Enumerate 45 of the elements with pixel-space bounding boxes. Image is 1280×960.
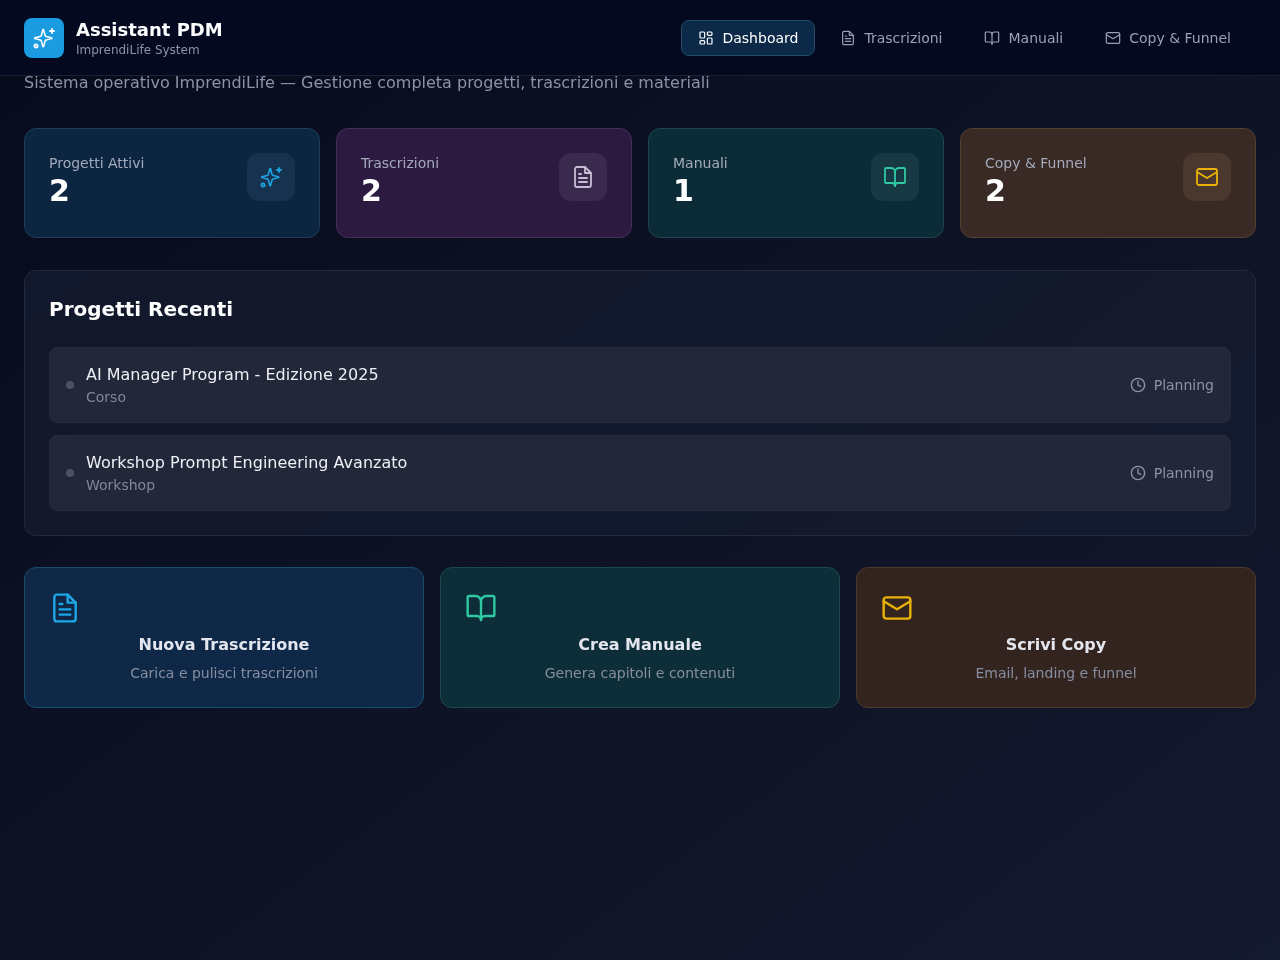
nav-tab[interactable]: Trascrizioni [823,19,960,56]
logo-icon [24,17,64,58]
project-type: Corso [86,388,127,407]
document-icon [571,165,595,189]
project-name: Workshop Prompt Engineering Avanzato [86,452,409,474]
action-title: Scrivi Copy [1005,634,1107,656]
book-icon [984,29,1001,46]
action-title: Crea Manuale [578,634,702,656]
project-status: Planning [1153,376,1214,395]
stat-value: 1 [673,173,695,209]
action-card[interactable]: Crea Manuale Genera capitoli e contenuti [440,567,840,708]
project-name: AI Manager Program - Edizione 2025 [86,364,380,386]
sparkles-icon [259,165,283,189]
stat-label: Trascrizioni [361,154,440,173]
clock-icon [1129,377,1146,393]
stat-label: Progetti Attivi [49,154,145,173]
project-status: Planning [1153,464,1214,483]
stat-value: 2 [49,173,71,209]
action-description: Carica e pulisci trascrizioni [130,664,318,683]
nav-tab[interactable]: Dashboard [681,19,816,56]
action-description: Email, landing e funnel [975,664,1137,683]
action-title: Nuova Trascrizione [138,634,310,656]
action-card[interactable]: Nuova Trascrizione Carica e pulisci trascrizioni [24,567,424,708]
app-subtitle: ImprendiLife System [76,41,201,58]
stat-label: Manuali [673,154,728,173]
section-title: Progetti Recenti [49,296,235,323]
book-icon [883,165,907,189]
action-card[interactable]: Scrivi Copy Email, landing e funnel [856,567,1256,708]
stat-value: 2 [361,173,383,209]
nav-tab[interactable]: Copy & Funnel [1088,19,1248,56]
project-type: Workshop [86,476,157,495]
book-icon [465,592,497,624]
stat-label: Copy & Funnel [985,154,1087,173]
mail-icon [1105,29,1122,46]
app-title: Assistant PDM [76,17,223,42]
project-row[interactable]: Workshop Prompt Engineering Avanzato Workshop Planning [49,435,1231,511]
document-icon [840,29,857,46]
stat-value: 2 [985,173,1007,209]
dashboard-icon [698,29,715,46]
clock-icon [1129,465,1146,481]
mail-icon [1195,165,1219,189]
project-row[interactable]: AI Manager Program - Edizione 2025 Corso Planning [49,347,1231,423]
nav-tab[interactable]: Manuali [967,19,1081,56]
action-description: Genera capitoli e contenuti [544,664,736,683]
page-description: Sistema operativo ImprendiLife — Gestione completa progetti, trascrizioni e materiali [24,76,711,90]
